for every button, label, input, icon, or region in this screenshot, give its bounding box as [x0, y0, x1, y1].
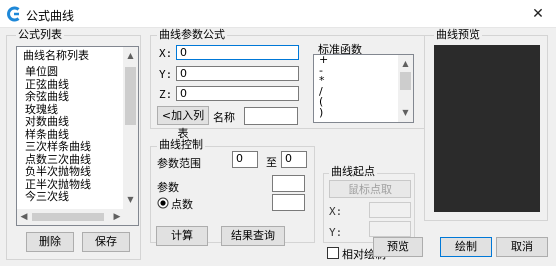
params-legend: 曲线参数公式 [157, 28, 227, 41]
std-function-lparen[interactable]: ( [316, 96, 396, 108]
list-item-log[interactable]: 对数曲线 [22, 115, 122, 129]
delete-button[interactable]: 删除 [26, 232, 74, 252]
close-icon: ✕ [532, 6, 544, 22]
formula-listbox[interactable]: 曲线名称列表 单位圆 正弦曲线 余弦曲线 玫瑰线 对数曲线 样条曲线 三次样条曲… [16, 46, 139, 226]
std-function-plus[interactable]: + [316, 55, 396, 66]
start-x-input[interactable] [369, 202, 411, 218]
preview-legend: 曲线预览 [434, 28, 482, 41]
query-result-button[interactable]: 结果查询 [221, 226, 285, 246]
points-label: 点数 [171, 198, 193, 211]
std-scroll-thumb[interactable] [400, 72, 411, 90]
x-formula-input[interactable]: 0 [176, 45, 299, 60]
y-formula-input[interactable]: 0 [176, 66, 299, 81]
param-input[interactable] [272, 175, 305, 192]
start-x-label: X: [329, 205, 343, 218]
radio-checked-icon [157, 197, 169, 209]
z-formula-input[interactable]: 0 [176, 86, 299, 101]
range-to-label: 至 [266, 156, 277, 169]
mouse-pick-button-visible[interactable]: 鼠标点取 [329, 180, 411, 198]
preview-canvas [434, 45, 540, 212]
std-function-rparen[interactable]: ) [316, 107, 396, 119]
x-formula-label: X: [159, 47, 173, 60]
range-label: 参数范围 [157, 157, 201, 170]
list-item-cosine[interactable]: 余弦曲线 [22, 90, 122, 104]
points-input[interactable] [272, 194, 305, 211]
draw-button[interactable]: 绘制 [440, 237, 492, 257]
std-function-multiply[interactable]: * [316, 75, 396, 87]
std-functions-listbox[interactable]: + - * / ( ) ▲ ▼ [313, 54, 414, 123]
list-item-cubic-spline[interactable]: 三次样条曲线 [22, 140, 122, 154]
control-legend: 曲线控制 [157, 138, 205, 151]
start-y-input[interactable] [369, 221, 411, 237]
dialog-body: 公式列表 曲线名称列表 单位圆 正弦曲线 余弦曲线 玫瑰线 对数曲线 样条曲线 … [0, 28, 556, 266]
formula-list-legend: 公式列表 [16, 28, 64, 41]
std-function-divide[interactable]: / [316, 86, 396, 98]
scroll-down-icon[interactable]: ▼ [123, 195, 138, 204]
std-function-minus[interactable]: - [316, 65, 396, 77]
name-label: 名称 [213, 111, 235, 124]
name-input[interactable] [244, 107, 298, 125]
range-from-input[interactable]: 0 [232, 151, 258, 168]
std-scroll-up-icon[interactable]: ▲ [398, 59, 413, 68]
range-to-input[interactable]: 0 [281, 151, 307, 168]
title-bar: 公式曲线 ✕ [0, 0, 556, 28]
scroll-right-icon[interactable]: ▶ [112, 212, 122, 222]
formula-list-hscrollbar[interactable]: ◀ ▶ [17, 209, 138, 225]
z-formula-label: Z: [159, 88, 173, 101]
std-function-items: + - * / ( ) [316, 55, 396, 122]
app-icon [7, 6, 20, 22]
points-radio[interactable]: 点数 [157, 195, 217, 211]
std-functions-vscrollbar[interactable]: ▲ ▼ [398, 55, 413, 122]
preview-button[interactable]: 预览 [373, 237, 423, 257]
formula-items: 单位圆 正弦曲线 余弦曲线 玫瑰线 对数曲线 样条曲线 三次样条曲线 点数三次曲… [22, 66, 122, 211]
calculate-button[interactable]: 计算 [156, 226, 208, 246]
start-y-label: Y: [329, 226, 343, 239]
scroll-thumb[interactable] [125, 67, 136, 125]
hscroll-thumb[interactable] [32, 213, 104, 221]
y-formula-label: Y: [159, 68, 173, 81]
save-button[interactable]: 保存 [82, 232, 130, 252]
cancel-button[interactable]: 取消 [496, 237, 548, 257]
scroll-left-icon[interactable]: ◀ [19, 212, 29, 222]
std-scroll-down-icon[interactable]: ▼ [398, 108, 413, 117]
param-label: 参数 [157, 181, 179, 194]
checkbox-icon [327, 247, 339, 259]
window-title: 公式曲线 [26, 9, 75, 23]
scroll-up-icon[interactable]: ▲ [123, 51, 138, 60]
list-item-neg-half-parabola[interactable]: 负半次抛物线 [22, 165, 122, 179]
formula-list-vscrollbar[interactable]: ▲ ▼ [123, 47, 138, 209]
list-header: 曲线名称列表 [23, 49, 89, 62]
list-item-unit-circle[interactable]: 单位圆 [22, 66, 122, 79]
close-button[interactable]: ✕ [528, 4, 548, 24]
list-item-cubic-line[interactable]: 今三次线 [22, 190, 122, 204]
add-to-list-button[interactable]: <加入列表 [157, 106, 209, 140]
start-point-legend: 曲线起点 [329, 165, 377, 178]
